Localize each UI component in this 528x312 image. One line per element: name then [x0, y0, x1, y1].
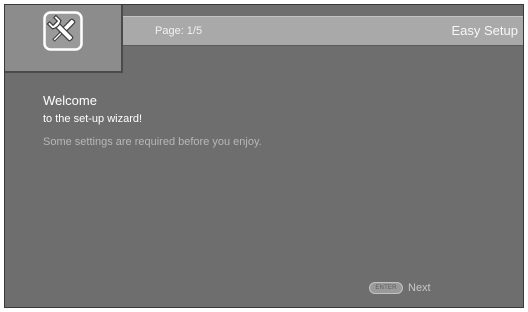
setup-screen: Page: 1/5 Easy Setup Welcome to the set-… [4, 4, 524, 308]
welcome-heading: Welcome [43, 93, 97, 108]
header-bar: Page: 1/5 Easy Setup [122, 16, 523, 46]
enter-key-icon: ENTER [369, 282, 403, 294]
wrench-setup-icon [43, 11, 83, 51]
setup-icon-panel [5, 5, 123, 73]
wizard-subtitle: to the set-up wizard! [43, 113, 143, 125]
page-title: Easy Setup [451, 23, 519, 38]
next-button[interactable]: ENTER Next [369, 281, 431, 295]
settings-note: Some settings are required before you en… [43, 136, 262, 148]
page-indicator: Page: 1/5 [155, 25, 203, 37]
next-label: Next [408, 282, 431, 294]
